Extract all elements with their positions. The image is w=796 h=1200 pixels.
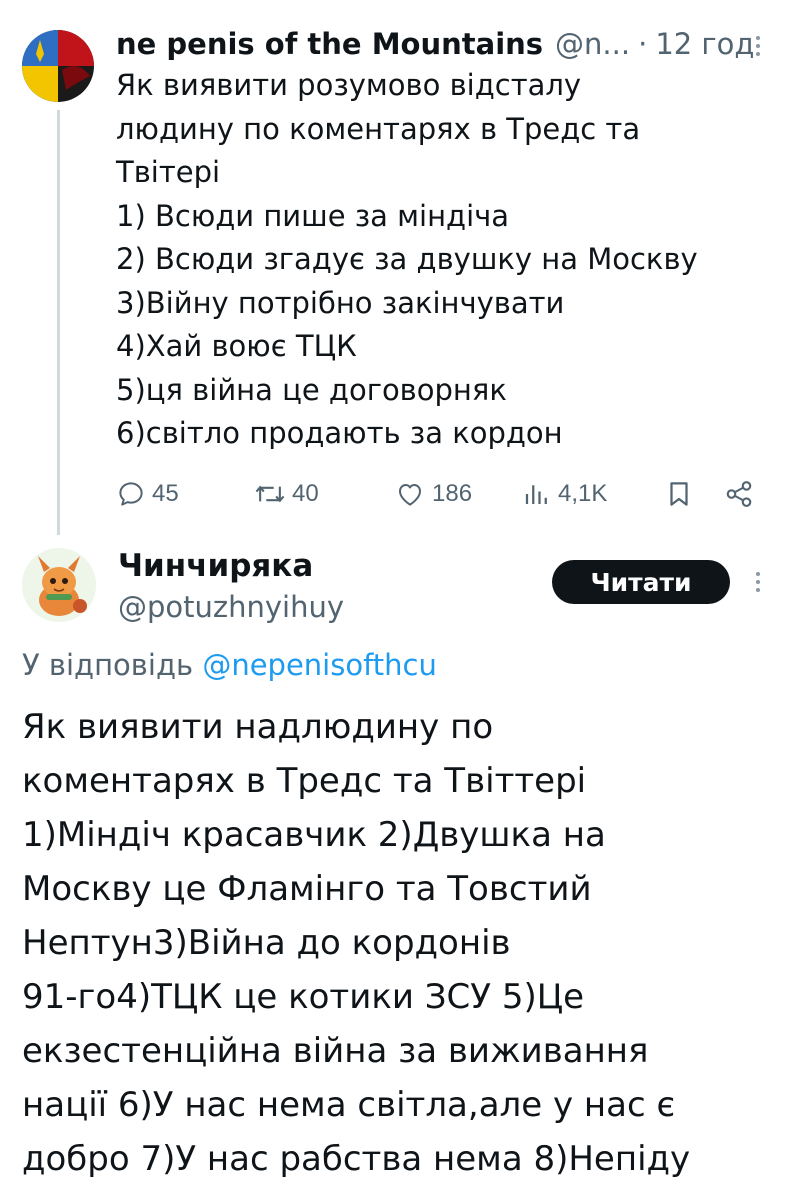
author-handle[interactable]: @potuzhnyihuy (118, 590, 344, 624)
bar-chart-icon (525, 485, 547, 504)
views-button[interactable]: 4,1K (522, 472, 607, 516)
like-button[interactable]: 186 (394, 472, 472, 516)
bookmark-icon (670, 482, 688, 506)
tweet-original[interactable]: ne penis of the Mountains @n... · 12 год… (0, 0, 796, 540)
reply-context: У відповідь @nepenisofthcu (22, 648, 437, 682)
tweet-line: людину по коментарях в Тредс та (116, 111, 641, 146)
bookmark-button[interactable] (664, 472, 694, 516)
avatar[interactable] (22, 548, 96, 622)
share-icon (726, 481, 752, 507)
avatar-image (22, 30, 94, 102)
tweet-line: Як виявити надлюдину по (22, 707, 494, 747)
tweet-line: 1)Міндіч красавчик 2)Двушка на (22, 815, 606, 855)
vertical-dots-icon[interactable] (744, 32, 772, 60)
reply-count: 45 (152, 480, 179, 507)
tweet-line: 3)Війну потрібно закінчувати (116, 285, 565, 320)
view-count: 4,1K (558, 480, 608, 507)
avatar[interactable] (22, 30, 94, 102)
action-bar: 45 40 186 4,1K (112, 472, 772, 516)
tweet-text: Як виявити надлюдину по коментарях в Тре… (22, 700, 792, 1186)
reply-prefix: У відповідь (22, 648, 194, 682)
reply-button[interactable]: 45 (116, 472, 179, 516)
tweet-line: 4)Хай воює ТЦК (116, 329, 357, 363)
avatar-image (22, 548, 96, 622)
tweet-line: Твітері (116, 155, 221, 189)
like-count: 186 (432, 480, 473, 507)
feed: ne penis of the Mountains @n... · 12 год… (0, 0, 796, 1200)
vertical-dots-icon[interactable] (744, 568, 772, 596)
thread-connector (57, 110, 60, 535)
tweet-line: 1) Всюди пише за міндіча (116, 198, 510, 233)
timestamp[interactable]: 12 год (655, 27, 754, 61)
heart-icon (399, 484, 421, 506)
tweet-line: 6)світло продають за кордон (116, 416, 563, 450)
tweet-line: добро 7)У нас рабства нема 8)Непіду (22, 1139, 691, 1179)
tweet-line: нації 6)У нас нема світла,але у нас є (22, 1085, 676, 1125)
tweet-line: Нептун3)Війна до кордонів (22, 923, 511, 963)
separator-dot: · (638, 27, 648, 61)
tweet-line: Москву це Фламінго та Товстий (22, 869, 592, 909)
tweet-line: 91-го4)ТЦК це котики ЗСУ 5)Це (22, 977, 585, 1017)
tweet-line: 5)ця війна це договорняк (116, 372, 507, 407)
share-button[interactable] (724, 472, 754, 516)
tweet-header: ne penis of the Mountains @n... · 12 год (116, 24, 776, 64)
speech-bubble-icon (119, 482, 143, 506)
tweet-line: 2) Всюди згадує за двушку на Москву (116, 242, 698, 276)
tweet-text: Як виявити розумово відсталу людину по к… (116, 64, 776, 456)
tweet-line: Як виявити розумово відсталу (116, 68, 582, 102)
author-name[interactable]: Чинчиряка (118, 548, 313, 584)
tweet-line: екзестенційна війна за виживання (22, 1031, 649, 1071)
repost-arrows-icon (255, 485, 285, 503)
tweet-line: коментарях в Тредс та Твіттері (22, 761, 587, 801)
author-name[interactable]: ne penis of the Mountains (116, 27, 543, 61)
reply-mention-link[interactable]: @nepenisofthcu (202, 648, 437, 682)
author-handle[interactable]: @n... (555, 27, 630, 61)
read-button[interactable]: Читати (552, 560, 730, 604)
repost-button[interactable]: 40 (254, 472, 319, 516)
repost-count: 40 (292, 480, 319, 507)
